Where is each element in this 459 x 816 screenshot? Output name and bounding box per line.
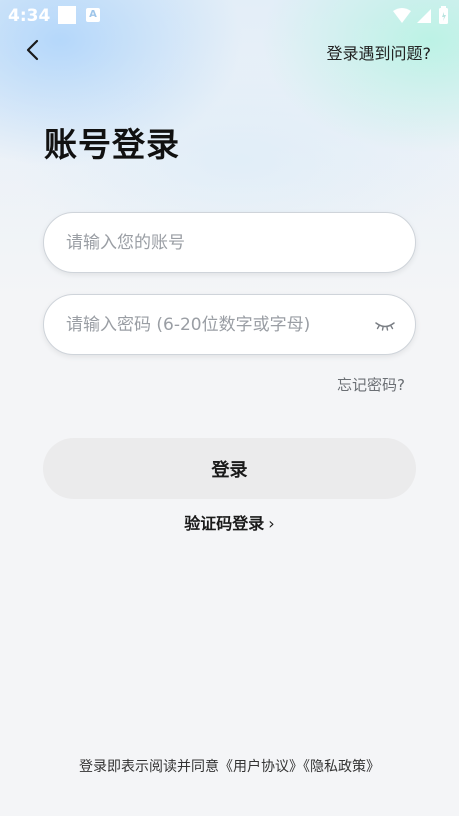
status-indicators (393, 6, 448, 24)
privacy-policy-link[interactable]: 《隐私政策》 (303, 759, 380, 775)
notification-square-icon (58, 6, 76, 24)
page-title: 账号登录 (44, 125, 180, 164)
eye-closed-icon[interactable] (373, 315, 397, 335)
code-login-link[interactable]: 验证码登录 › (0, 510, 459, 534)
status-time: 4:34 (8, 6, 51, 26)
wifi-icon (393, 8, 411, 23)
chevron-left-icon (26, 39, 39, 61)
agreement-prefix: 登录即表示阅读并同意 (79, 759, 219, 775)
notification-a-icon: A (86, 8, 100, 22)
user-agreement-link[interactable]: 《用户协议》 (219, 759, 303, 775)
code-login-label: 验证码登录 (184, 514, 265, 533)
cell-signal-icon (417, 9, 431, 23)
login-help-link[interactable]: 登录遇到问题? (327, 40, 432, 64)
agreement-text: 登录即表示阅读并同意《用户协议》《隐私政策》 (0, 756, 459, 776)
account-field[interactable] (43, 212, 416, 273)
password-field[interactable] (43, 294, 416, 355)
chevron-right-icon: › (268, 514, 275, 533)
account-input[interactable] (66, 213, 366, 272)
status-bar: 4:34 A (0, 0, 459, 32)
forgot-password-link[interactable]: 忘记密码? (337, 374, 405, 395)
back-button[interactable] (18, 34, 50, 66)
login-button[interactable]: 登录 (43, 438, 416, 499)
password-input[interactable] (66, 295, 366, 354)
